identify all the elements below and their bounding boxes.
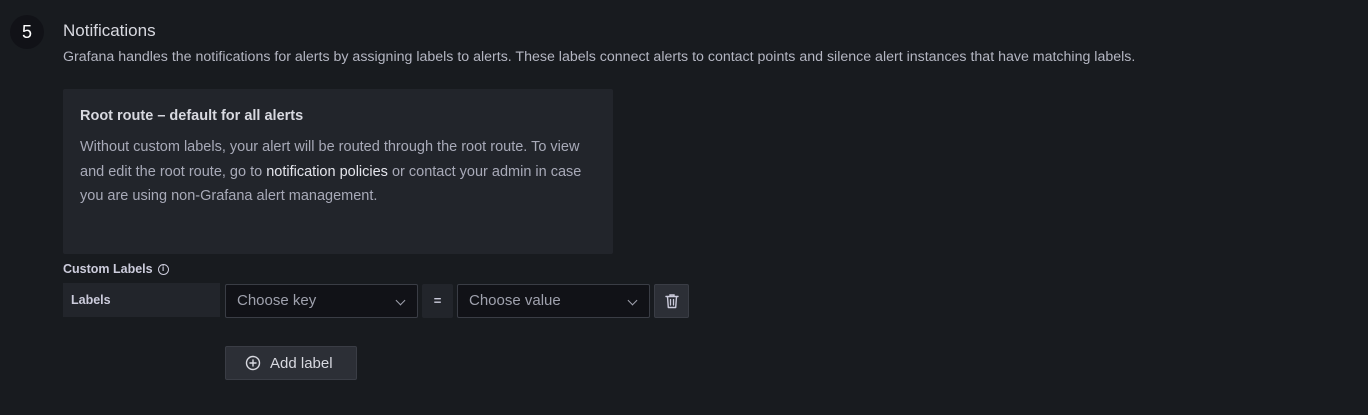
- plus-circle-icon: [245, 355, 261, 371]
- chevron-down-icon: [627, 295, 638, 306]
- info-box-title: Root route – default for all alerts: [80, 108, 304, 124]
- notifications-section: 5 Notifications Grafana handles the noti…: [0, 0, 1368, 415]
- trash-icon: [664, 294, 679, 309]
- custom-labels-heading: Custom Labels i: [63, 262, 169, 276]
- add-label-button[interactable]: Add label: [225, 346, 357, 380]
- label-key-select[interactable]: Choose key: [225, 284, 418, 318]
- add-label-text: Add label: [270, 354, 333, 372]
- info-box-body: Without custom labels, your alert will b…: [80, 135, 590, 209]
- chevron-down-icon: [395, 295, 406, 306]
- step-number: 5: [10, 15, 44, 49]
- equals-operator: =: [422, 284, 453, 318]
- root-route-info-box: Root route – default for all alerts With…: [63, 89, 613, 254]
- section-title: Notifications: [63, 21, 156, 40]
- label-value-select[interactable]: Choose value: [457, 284, 650, 318]
- notification-policies-link[interactable]: notification policies: [266, 164, 388, 180]
- remove-label-button[interactable]: [654, 284, 689, 318]
- label-value-placeholder: Choose value: [469, 292, 561, 309]
- info-circle-icon[interactable]: i: [157, 263, 169, 275]
- labels-row-tag: Labels: [63, 283, 220, 317]
- custom-labels-title: Custom Labels: [63, 262, 153, 276]
- section-description: Grafana handles the notifications for al…: [63, 49, 1136, 65]
- label-key-placeholder: Choose key: [237, 292, 317, 309]
